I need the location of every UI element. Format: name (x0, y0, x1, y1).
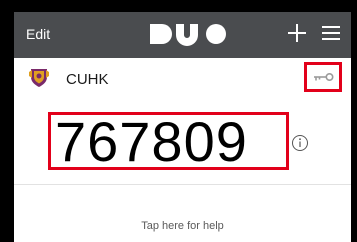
passcode: 767809 (55, 110, 248, 173)
passcode-highlight: 767809 (48, 110, 289, 173)
info-icon[interactable] (291, 134, 309, 152)
device-frame: Edit CUHK 767809 Tap here for help (0, 0, 357, 242)
header-bar: Edit (14, 12, 351, 58)
help-link[interactable]: Tap here for help (14, 220, 351, 232)
cuhk-crest-icon (29, 69, 49, 87)
divider (14, 184, 351, 185)
plus-icon[interactable] (286, 22, 308, 44)
duo-logo (150, 24, 226, 46)
hamburger-menu-icon[interactable] (320, 23, 342, 43)
edit-button[interactable]: Edit (26, 26, 50, 42)
account-name: CUHK (66, 71, 109, 88)
key-button[interactable] (304, 62, 342, 92)
key-icon (314, 72, 334, 82)
app-screen: Edit CUHK 767809 Tap here for help (14, 12, 351, 242)
account-row[interactable]: CUHK 767809 (14, 58, 351, 188)
